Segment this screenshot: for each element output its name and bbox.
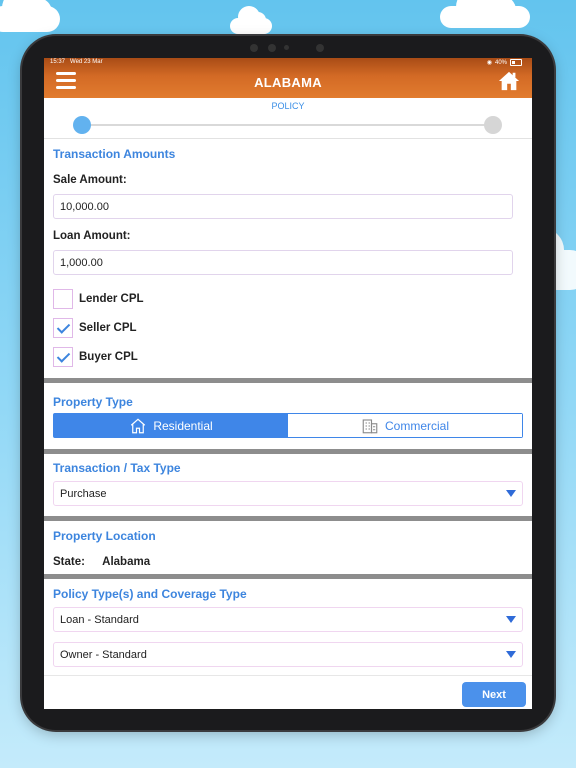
section-divider [44, 449, 532, 454]
cloud-decoration [440, 0, 530, 28]
transaction-amounts-title: Transaction Amounts [53, 147, 176, 161]
checkbox-box[interactable] [53, 347, 73, 367]
camera-dot [316, 44, 324, 52]
buyer-cpl-checkbox[interactable]: Buyer CPL [53, 346, 138, 368]
checkbox-label: Buyer CPL [79, 351, 138, 363]
owner-policy-value: Owner - Standard [60, 648, 147, 661]
app-header: 15:37 Wed 23 Mar ◉ 40% ALABAMA [44, 58, 532, 98]
status-bar: 15:37 Wed 23 Mar ◉ 40% [50, 59, 522, 68]
battery-percent: 40% [494, 59, 507, 66]
step-dot-current[interactable] [73, 116, 91, 134]
state-label: State: [53, 556, 85, 568]
tax-type-select[interactable]: Purchase [53, 481, 523, 506]
checkbox-box[interactable] [53, 289, 73, 309]
checkbox-label: Seller CPL [79, 322, 137, 334]
dropdown-caret-icon [506, 490, 516, 497]
commercial-option[interactable]: Commercial [288, 414, 522, 437]
next-button[interactable]: Next [462, 682, 526, 707]
property-type-segmented-control: Residential Commercial [53, 413, 523, 438]
wifi-icon: ◉ [486, 60, 492, 66]
checkmark-icon [56, 349, 71, 363]
property-location-title: Property Location [53, 529, 156, 543]
checkbox-box[interactable] [53, 318, 73, 338]
dropdown-caret-icon [506, 651, 516, 658]
page-title: ALABAMA [254, 75, 322, 90]
progress-stepper: POLICY [44, 98, 532, 139]
camera-dot [250, 44, 258, 52]
camera-dot [284, 45, 289, 50]
step-dot-next[interactable] [484, 116, 502, 134]
step-label: POLICY [271, 101, 305, 111]
footer-bar: Next [44, 675, 532, 709]
battery-icon [510, 59, 522, 66]
cloud-decoration [0, 0, 60, 32]
dropdown-caret-icon [506, 616, 516, 623]
policy-types-title: Policy Type(s) and Coverage Type [53, 587, 247, 601]
tax-type-title: Transaction / Tax Type [53, 461, 181, 475]
sale-amount-label: Sale Amount: [53, 174, 127, 186]
status-time: 15:37 [50, 59, 66, 65]
commercial-label: Commercial [384, 418, 449, 433]
checkmark-icon [56, 320, 71, 334]
residential-option[interactable]: Residential [54, 414, 288, 437]
camera-dot [268, 44, 276, 52]
section-divider [44, 516, 532, 521]
seller-cpl-checkbox[interactable]: Seller CPL [53, 317, 137, 339]
state-value: Alabama [102, 556, 151, 568]
property-type-title: Property Type [53, 395, 133, 409]
building-icon [362, 418, 378, 433]
loan-amount-label: Loan Amount: [53, 230, 131, 242]
loan-amount-input[interactable]: 1,000.00 [53, 250, 513, 275]
section-divider [44, 574, 532, 579]
loan-policy-select[interactable]: Loan - Standard [53, 607, 523, 632]
tax-type-value: Purchase [60, 487, 107, 500]
cloud-decoration [230, 6, 272, 34]
lender-cpl-checkbox[interactable]: Lender CPL [53, 288, 144, 310]
app-screen: 15:37 Wed 23 Mar ◉ 40% ALABAMA POLICY Tr… [44, 58, 532, 709]
owner-policy-select[interactable]: Owner - Standard [53, 642, 523, 667]
checkbox-label: Lender CPL [79, 293, 144, 305]
step-line [82, 124, 494, 126]
section-divider [44, 378, 532, 383]
status-date: Wed 23 Mar [70, 59, 103, 65]
home-icon[interactable] [498, 70, 520, 92]
loan-policy-value: Loan - Standard [60, 613, 139, 626]
sale-amount-input[interactable]: 10,000.00 [53, 194, 513, 219]
state-row: State: Alabama [53, 556, 150, 568]
residential-label: Residential [153, 418, 213, 433]
house-icon [131, 417, 146, 433]
